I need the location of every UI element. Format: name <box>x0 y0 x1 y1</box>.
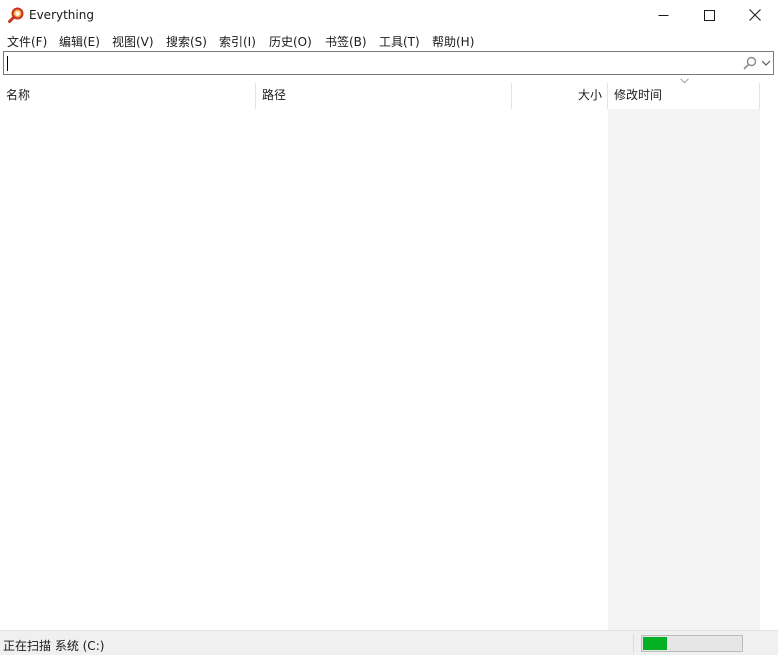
chevron-down-icon[interactable] <box>761 59 771 67</box>
menu-bar: 文件(F) 编辑(E) 视图(V) 搜索(S) 索引(I) 历史(O) 书签(B… <box>0 30 778 50</box>
magnifier-logo-icon <box>8 7 24 23</box>
close-button[interactable] <box>732 0 778 30</box>
sorted-column-highlight <box>608 109 760 630</box>
menu-search[interactable]: 搜索(S) <box>166 33 207 50</box>
menu-history[interactable]: 历史(O) <box>269 33 312 50</box>
search-icon[interactable] <box>743 56 757 70</box>
close-icon <box>749 9 761 21</box>
status-text: 正在扫描 系统 (C:) <box>3 639 105 653</box>
menu-file[interactable]: 文件(F) <box>7 33 47 50</box>
column-divider[interactable] <box>607 83 608 109</box>
progress-fill <box>643 637 667 650</box>
index-progress-bar <box>641 635 743 652</box>
column-header-name[interactable]: 名称 <box>6 81 252 109</box>
column-divider[interactable] <box>255 83 256 109</box>
search-input[interactable] <box>4 52 736 74</box>
column-header-path[interactable]: 路径 <box>262 81 508 109</box>
title-bar: Everything <box>0 0 778 30</box>
search-box <box>3 51 774 75</box>
column-header-size[interactable]: 大小 <box>512 81 602 109</box>
results-header: 名称 路径 大小 修改时间 <box>0 81 778 109</box>
sort-descending-icon <box>680 78 689 84</box>
column-header-modified[interactable]: 修改时间 <box>614 81 754 109</box>
status-divider <box>633 634 634 653</box>
menu-help[interactable]: 帮助(H) <box>432 33 474 50</box>
minimize-icon <box>658 14 668 16</box>
menu-bookmarks[interactable]: 书签(B) <box>325 33 367 50</box>
maximize-button[interactable] <box>686 0 732 30</box>
menu-view[interactable]: 视图(V) <box>112 33 154 50</box>
minimize-button[interactable] <box>640 0 686 30</box>
window-title: Everything <box>29 8 94 22</box>
vertical-scroll-area <box>760 81 778 630</box>
menu-edit[interactable]: 编辑(E) <box>59 33 100 50</box>
menu-tools[interactable]: 工具(T) <box>379 33 420 50</box>
maximize-icon <box>703 9 715 21</box>
menu-index[interactable]: 索引(I) <box>219 33 256 50</box>
text-caret <box>7 56 8 71</box>
status-bar: 正在扫描 系统 (C:) <box>0 630 778 655</box>
